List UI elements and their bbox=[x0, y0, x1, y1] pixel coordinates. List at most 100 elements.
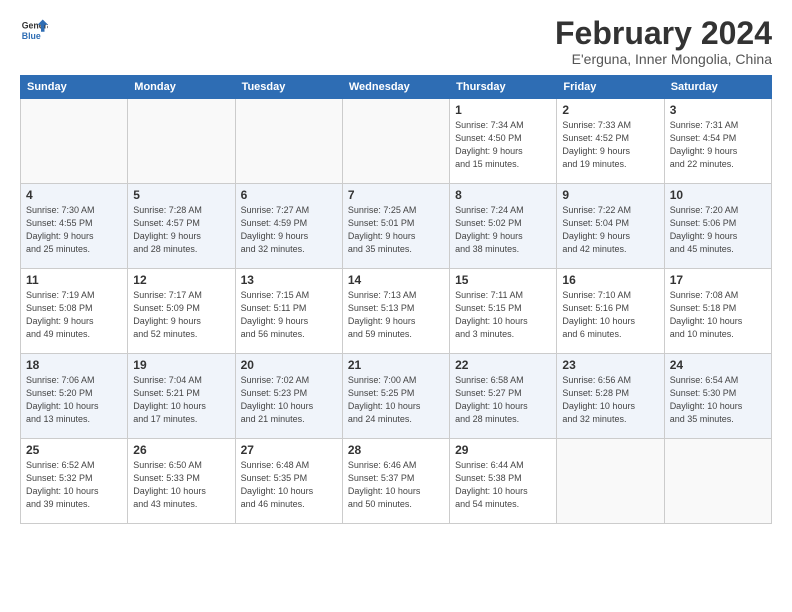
calendar-cell: 1Sunrise: 7:34 AM Sunset: 4:50 PM Daylig… bbox=[450, 99, 557, 184]
day-number: 6 bbox=[241, 188, 337, 202]
calendar-cell: 10Sunrise: 7:20 AM Sunset: 5:06 PM Dayli… bbox=[664, 184, 771, 269]
day-number: 27 bbox=[241, 443, 337, 457]
header-friday: Friday bbox=[557, 76, 664, 99]
day-info: Sunrise: 7:15 AM Sunset: 5:11 PM Dayligh… bbox=[241, 289, 337, 341]
day-info: Sunrise: 7:22 AM Sunset: 5:04 PM Dayligh… bbox=[562, 204, 658, 256]
calendar-cell: 29 Sunrise: 6:44 AM Sunset: 5:38 PM Dayli… bbox=[450, 439, 557, 524]
calendar-week-row: 4 Sunrise: 7:30 AM Sunset: 4:55 PM Daylig… bbox=[21, 184, 772, 269]
header-sunday: Sunday bbox=[21, 76, 128, 99]
day-info: Sunrise: 7:02 AM Sunset: 5:23 PM Dayligh… bbox=[241, 374, 337, 426]
day-info: Sunrise: 7:28 AM Sunset: 4:57 PM Dayligh… bbox=[133, 204, 229, 256]
calendar-cell: 11 Sunrise: 7:19 AM Sunset: 5:08 PM Dayli… bbox=[21, 269, 128, 354]
calendar-cell: 15 Sunrise: 7:11 AM Sunset: 5:15 PM Dayli… bbox=[450, 269, 557, 354]
day-info: Sunrise: 6:54 AM Sunset: 5:30 PM Dayligh… bbox=[670, 374, 766, 426]
calendar-cell: 5 Sunrise: 7:28 AM Sunset: 4:57 PM Daylig… bbox=[128, 184, 235, 269]
svg-text:Blue: Blue bbox=[22, 31, 41, 41]
calendar-cell: 14 Sunrise: 7:13 AM Sunset: 5:13 PM Dayli… bbox=[342, 269, 449, 354]
day-info: Sunrise: 7:08 AM Sunset: 5:18 PM Dayligh… bbox=[670, 289, 766, 341]
day-info: Sunrise: 6:48 AM Sunset: 5:35 PM Dayligh… bbox=[241, 459, 337, 511]
calendar-cell: 2Sunrise: 7:33 AM Sunset: 4:52 PM Daylig… bbox=[557, 99, 664, 184]
day-info: Sunrise: 6:44 AM Sunset: 5:38 PM Dayligh… bbox=[455, 459, 551, 511]
calendar-cell: 6 Sunrise: 7:27 AM Sunset: 4:59 PM Daylig… bbox=[235, 184, 342, 269]
day-info: Sunrise: 6:58 AM Sunset: 5:27 PM Dayligh… bbox=[455, 374, 551, 426]
calendar-cell: 19 Sunrise: 7:04 AM Sunset: 5:21 PM Dayli… bbox=[128, 354, 235, 439]
day-info: Sunrise: 6:56 AM Sunset: 5:28 PM Dayligh… bbox=[562, 374, 658, 426]
page-container: General Blue February 2024 E'erguna, Inn… bbox=[0, 0, 792, 612]
day-info: Sunrise: 7:20 AM Sunset: 5:06 PM Dayligh… bbox=[670, 204, 766, 256]
day-number: 17 bbox=[670, 273, 766, 287]
header-wednesday: Wednesday bbox=[342, 76, 449, 99]
logo: General Blue bbox=[20, 16, 48, 44]
day-number: 7 bbox=[348, 188, 444, 202]
subtitle: E'erguna, Inner Mongolia, China bbox=[555, 51, 772, 67]
day-info: Sunrise: 7:04 AM Sunset: 5:21 PM Dayligh… bbox=[133, 374, 229, 426]
day-number: 16 bbox=[562, 273, 658, 287]
calendar-cell bbox=[128, 99, 235, 184]
header-tuesday: Tuesday bbox=[235, 76, 342, 99]
day-info: Sunrise: 7:24 AM Sunset: 5:02 PM Dayligh… bbox=[455, 204, 551, 256]
day-number: 22 bbox=[455, 358, 551, 372]
day-number: 23 bbox=[562, 358, 658, 372]
calendar-week-row: 25 Sunrise: 6:52 AM Sunset: 5:32 PM Dayli… bbox=[21, 439, 772, 524]
calendar-cell: 3 Sunrise: 7:31 AM Sunset: 4:54 PM Daylig… bbox=[664, 99, 771, 184]
day-number: 15 bbox=[455, 273, 551, 287]
calendar-cell: 7Sunrise: 7:25 AM Sunset: 5:01 PM Daylig… bbox=[342, 184, 449, 269]
header-thursday: Thursday bbox=[450, 76, 557, 99]
day-info: Sunrise: 7:11 AM Sunset: 5:15 PM Dayligh… bbox=[455, 289, 551, 341]
calendar-cell: 4 Sunrise: 7:30 AM Sunset: 4:55 PM Daylig… bbox=[21, 184, 128, 269]
calendar-cell: 24 Sunrise: 6:54 AM Sunset: 5:30 PM Dayli… bbox=[664, 354, 771, 439]
header-monday: Monday bbox=[128, 76, 235, 99]
calendar-cell: 13 Sunrise: 7:15 AM Sunset: 5:11 PM Dayli… bbox=[235, 269, 342, 354]
day-number: 26 bbox=[133, 443, 229, 457]
calendar-week-row: 1Sunrise: 7:34 AM Sunset: 4:50 PM Daylig… bbox=[21, 99, 772, 184]
day-number: 20 bbox=[241, 358, 337, 372]
day-info: Sunrise: 6:46 AM Sunset: 5:37 PM Dayligh… bbox=[348, 459, 444, 511]
calendar-header-row: Sunday Monday Tuesday Wednesday Thursday… bbox=[21, 76, 772, 99]
day-info: Sunrise: 6:52 AM Sunset: 5:32 PM Dayligh… bbox=[26, 459, 122, 511]
calendar-cell bbox=[557, 439, 664, 524]
day-info: Sunrise: 6:50 AM Sunset: 5:33 PM Dayligh… bbox=[133, 459, 229, 511]
day-number: 3 bbox=[670, 103, 766, 117]
calendar-cell: 20 Sunrise: 7:02 AM Sunset: 5:23 PM Dayli… bbox=[235, 354, 342, 439]
day-info: Sunrise: 7:10 AM Sunset: 5:16 PM Dayligh… bbox=[562, 289, 658, 341]
day-number: 28 bbox=[348, 443, 444, 457]
day-info: Sunrise: 7:27 AM Sunset: 4:59 PM Dayligh… bbox=[241, 204, 337, 256]
day-info: Sunrise: 7:17 AM Sunset: 5:09 PM Dayligh… bbox=[133, 289, 229, 341]
day-number: 19 bbox=[133, 358, 229, 372]
logo-icon: General Blue bbox=[20, 16, 48, 44]
day-number: 25 bbox=[26, 443, 122, 457]
day-info: Sunrise: 7:19 AM Sunset: 5:08 PM Dayligh… bbox=[26, 289, 122, 341]
day-number: 21 bbox=[348, 358, 444, 372]
calendar-table: Sunday Monday Tuesday Wednesday Thursday… bbox=[20, 75, 772, 524]
day-number: 29 bbox=[455, 443, 551, 457]
day-number: 4 bbox=[26, 188, 122, 202]
day-number: 8 bbox=[455, 188, 551, 202]
header: General Blue February 2024 E'erguna, Inn… bbox=[20, 16, 772, 67]
day-number: 24 bbox=[670, 358, 766, 372]
calendar-cell bbox=[342, 99, 449, 184]
calendar-week-row: 11 Sunrise: 7:19 AM Sunset: 5:08 PM Dayli… bbox=[21, 269, 772, 354]
calendar-cell: 8 Sunrise: 7:24 AM Sunset: 5:02 PM Daylig… bbox=[450, 184, 557, 269]
day-info: Sunrise: 7:13 AM Sunset: 5:13 PM Dayligh… bbox=[348, 289, 444, 341]
day-info: Sunrise: 7:31 AM Sunset: 4:54 PM Dayligh… bbox=[670, 119, 766, 171]
day-number: 11 bbox=[26, 273, 122, 287]
calendar-cell: 16 Sunrise: 7:10 AM Sunset: 5:16 PM Dayli… bbox=[557, 269, 664, 354]
day-info: Sunrise: 7:34 AM Sunset: 4:50 PM Dayligh… bbox=[455, 119, 551, 171]
day-info: Sunrise: 7:00 AM Sunset: 5:25 PM Dayligh… bbox=[348, 374, 444, 426]
day-info: Sunrise: 7:06 AM Sunset: 5:20 PM Dayligh… bbox=[26, 374, 122, 426]
calendar-cell: 28 Sunrise: 6:46 AM Sunset: 5:37 PM Dayli… bbox=[342, 439, 449, 524]
day-info: Sunrise: 7:30 AM Sunset: 4:55 PM Dayligh… bbox=[26, 204, 122, 256]
calendar-cell bbox=[664, 439, 771, 524]
day-number: 5 bbox=[133, 188, 229, 202]
day-number: 14 bbox=[348, 273, 444, 287]
day-number: 9 bbox=[562, 188, 658, 202]
calendar-cell: 27 Sunrise: 6:48 AM Sunset: 5:35 PM Dayli… bbox=[235, 439, 342, 524]
day-number: 2 bbox=[562, 103, 658, 117]
calendar-cell bbox=[235, 99, 342, 184]
day-number: 13 bbox=[241, 273, 337, 287]
calendar-cell: 18Sunrise: 7:06 AM Sunset: 5:20 PM Dayli… bbox=[21, 354, 128, 439]
calendar-cell: 21 Sunrise: 7:00 AM Sunset: 5:25 PM Dayli… bbox=[342, 354, 449, 439]
header-saturday: Saturday bbox=[664, 76, 771, 99]
calendar-cell: 23 Sunrise: 6:56 AM Sunset: 5:28 PM Dayli… bbox=[557, 354, 664, 439]
calendar-cell: 12Sunrise: 7:17 AM Sunset: 5:09 PM Dayli… bbox=[128, 269, 235, 354]
